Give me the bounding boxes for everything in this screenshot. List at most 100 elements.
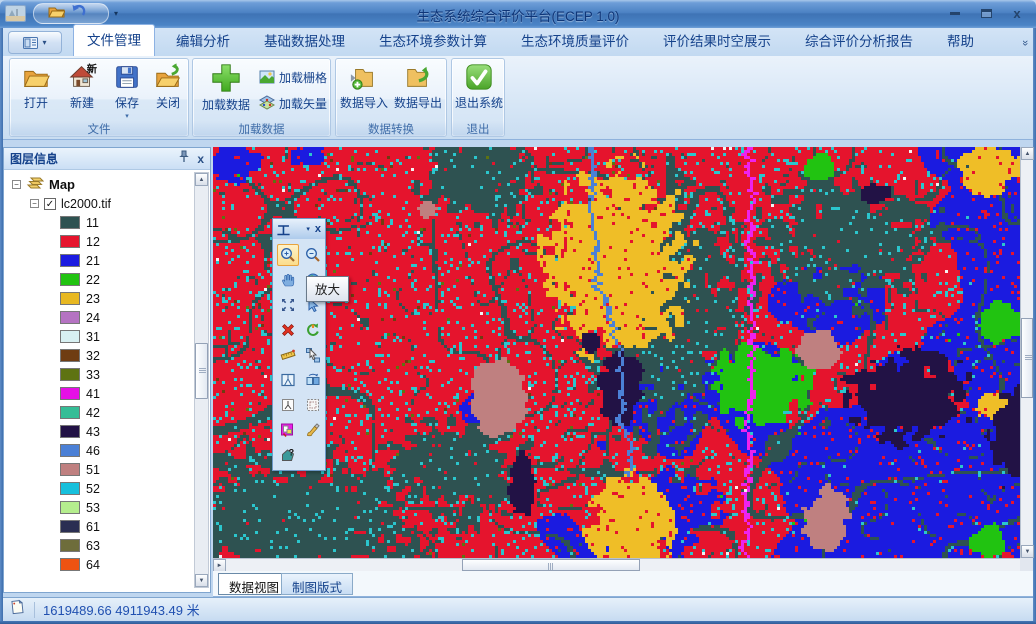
tab-comprehensive-report[interactable]: 综合评价分析报告 bbox=[792, 26, 926, 56]
zoom-out-button[interactable] bbox=[302, 244, 324, 266]
legend-swatch bbox=[60, 387, 80, 400]
tree-node-map[interactable]: − Map bbox=[4, 175, 210, 194]
tab-eco-quality-eval[interactable]: 生态环境质量评价 bbox=[508, 26, 642, 56]
statusbar-separator bbox=[34, 602, 35, 618]
tab-basic-data-processing[interactable]: 基础数据处理 bbox=[251, 26, 358, 56]
legend-swatch bbox=[60, 539, 80, 552]
svg-text:新: 新 bbox=[87, 62, 97, 75]
map-canvas[interactable] bbox=[213, 147, 1020, 558]
vector-icon bbox=[259, 95, 275, 111]
toolbar-close-icon[interactable]: x bbox=[315, 223, 321, 235]
maximize-button[interactable] bbox=[975, 6, 997, 21]
map-horizontal-scrollbar: ◄ ► bbox=[213, 558, 1020, 571]
edit-vertices-icon bbox=[280, 397, 296, 413]
toolbar-header[interactable]: 工 ▾ x bbox=[273, 219, 325, 239]
open-button[interactable]: 打开 bbox=[14, 62, 58, 122]
close-button[interactable]: x bbox=[1006, 6, 1028, 21]
tab-result-display[interactable]: 评价结果时空展示 bbox=[650, 26, 784, 56]
scroll-up-icon[interactable]: ▲ bbox=[1021, 147, 1034, 160]
statusbar: 1619489.66 4911943.49 米 bbox=[3, 597, 1033, 621]
legend-swatch bbox=[60, 501, 80, 514]
collapse-ribbon-icon[interactable]: » bbox=[1019, 40, 1031, 44]
toolbar-dropdown-icon[interactable]: ▾ bbox=[306, 225, 310, 233]
group-label-exit: 退出 bbox=[452, 121, 504, 136]
tab-file-management[interactable]: 文件管理 bbox=[73, 24, 155, 56]
pan-button[interactable] bbox=[277, 269, 299, 291]
map-vertical-scrollbar: ▲ ▼ bbox=[1020, 147, 1033, 558]
legend-swatch bbox=[60, 482, 80, 495]
legend-swatch bbox=[60, 558, 80, 571]
note-icon bbox=[9, 598, 26, 620]
measure-button[interactable] bbox=[277, 344, 299, 366]
scrollbar-thumb[interactable] bbox=[1021, 318, 1033, 398]
symbol-fill-button[interactable] bbox=[277, 419, 299, 441]
identify-icon: ? bbox=[280, 447, 296, 463]
load-data-button[interactable]: 加载数据 bbox=[195, 62, 257, 122]
ribbon-tab-row: ▾ 文件管理 编辑分析 基础数据处理 生态环境参数计算 生态环境质量评价 评价结… bbox=[3, 28, 1033, 56]
layers-icon bbox=[26, 177, 44, 193]
scroll-down-icon[interactable]: ▼ bbox=[195, 574, 208, 587]
minimize-button[interactable] bbox=[944, 6, 966, 21]
close-project-button[interactable]: 关闭 bbox=[148, 62, 188, 122]
titlebar: ▾ 生态系统综合评价平台(ECEP 1.0) x bbox=[0, 0, 1036, 28]
save-button[interactable]: 保存 ▾ bbox=[106, 62, 148, 122]
data-import-button[interactable]: 数据导入 bbox=[338, 62, 390, 122]
expander-icon[interactable]: − bbox=[30, 199, 39, 208]
legend-swatch bbox=[60, 406, 80, 419]
split-polygon-button[interactable] bbox=[277, 369, 299, 391]
check-icon bbox=[464, 62, 494, 92]
zoom-to-extent-button[interactable] bbox=[277, 294, 299, 316]
edit-vertices-button[interactable] bbox=[277, 394, 299, 416]
load-raster-button[interactable]: 加载栅格 bbox=[259, 67, 327, 87]
map-view: ▲ ▼ ◄ ► bbox=[213, 147, 1033, 584]
save-dropdown-icon[interactable]: ▾ bbox=[125, 112, 129, 120]
application-menu-button[interactable]: ▾ bbox=[8, 31, 62, 54]
identify-button[interactable]: ? bbox=[277, 444, 299, 466]
svg-text:?: ? bbox=[288, 447, 294, 457]
data-export-icon bbox=[403, 62, 433, 92]
tree-node-layer[interactable]: − ✓ lc2000.tif bbox=[4, 194, 210, 213]
select-features-button[interactable] bbox=[302, 344, 324, 366]
load-vector-button[interactable]: 加载矢量 bbox=[259, 93, 327, 113]
data-export-button[interactable]: 数据导出 bbox=[392, 62, 444, 122]
flip-transform-button[interactable] bbox=[302, 369, 324, 391]
legend-swatch bbox=[60, 235, 80, 248]
ribbon-group-data-conversion: 数据导入 数据导出 数据转换 bbox=[335, 58, 447, 137]
pin-icon[interactable] bbox=[179, 150, 189, 168]
exit-system-button[interactable]: 退出系统 bbox=[454, 62, 504, 122]
scrollbar-corner bbox=[1020, 558, 1033, 571]
legend-swatch bbox=[60, 463, 80, 476]
refresh-button[interactable] bbox=[302, 319, 324, 341]
select-box-icon bbox=[305, 397, 321, 413]
map-node-label[interactable]: Map bbox=[49, 177, 75, 192]
select-box-button[interactable] bbox=[302, 394, 324, 416]
window-title: 生态系统综合评价平台(ECEP 1.0) bbox=[0, 5, 1036, 25]
window-controls: x bbox=[944, 6, 1028, 21]
view-tab-bar: 数据视图 制图版式 bbox=[213, 571, 1033, 597]
tab-help[interactable]: 帮助 bbox=[934, 26, 987, 56]
legend-item: 63 bbox=[4, 536, 210, 555]
zoom-in-button[interactable] bbox=[277, 244, 299, 266]
legend-item: 31 bbox=[4, 327, 210, 346]
data-import-icon bbox=[349, 62, 379, 92]
scrollbar-thumb[interactable] bbox=[462, 559, 640, 571]
paintbrush-button[interactable] bbox=[302, 419, 324, 441]
group-label-file: 文件 bbox=[10, 121, 188, 136]
new-button[interactable]: 新 新建 bbox=[60, 62, 104, 122]
tab-edit-analysis[interactable]: 编辑分析 bbox=[163, 26, 243, 56]
delete-button[interactable] bbox=[277, 319, 299, 341]
legend-item: 43 bbox=[4, 422, 210, 441]
scroll-down-icon[interactable]: ▼ bbox=[1021, 545, 1034, 558]
layer-node-label[interactable]: lc2000.tif bbox=[61, 197, 111, 211]
tab-data-view[interactable]: 数据视图 bbox=[218, 573, 290, 595]
layer-checkbox[interactable]: ✓ bbox=[44, 198, 56, 210]
panel-close-icon[interactable]: x bbox=[197, 152, 204, 166]
tab-layout-view[interactable]: 制图版式 bbox=[281, 573, 353, 595]
scrollbar-thumb[interactable] bbox=[195, 343, 208, 399]
legend-swatch bbox=[60, 216, 80, 229]
tooltip: 放大 bbox=[306, 276, 349, 302]
scroll-up-icon[interactable]: ▲ bbox=[195, 173, 208, 186]
extent-arrows-icon bbox=[280, 297, 296, 313]
tab-eco-parameter-calc[interactable]: 生态环境参数计算 bbox=[366, 26, 500, 56]
expander-icon[interactable]: − bbox=[12, 180, 21, 189]
